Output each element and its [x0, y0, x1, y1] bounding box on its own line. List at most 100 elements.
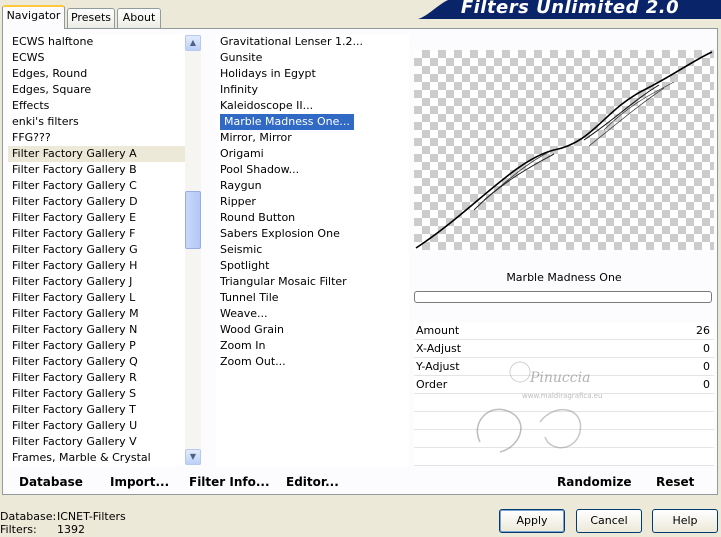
- help-button[interactable]: Help: [652, 509, 718, 533]
- filter-item[interactable]: Marble Madness One...: [216, 114, 409, 130]
- filter-item[interactable]: Tunnel Tile: [216, 290, 409, 306]
- filter-item[interactable]: Triangular Mosaic Filter: [216, 274, 409, 290]
- filter-item[interactable]: Wood Grain: [216, 322, 409, 338]
- scroll-up-button[interactable]: ▲: [185, 35, 201, 51]
- category-item[interactable]: Filter Factory Gallery V: [8, 434, 185, 450]
- filter-item-label: Ripper: [220, 195, 256, 208]
- filter-item[interactable]: Kaleidoscope II...: [216, 98, 409, 114]
- category-item[interactable]: Filter Factory Gallery U: [8, 418, 185, 434]
- reset-button[interactable]: Reset: [656, 474, 694, 490]
- filter-item[interactable]: Origami: [216, 146, 409, 162]
- filter-item[interactable]: Holidays in Egypt: [216, 66, 409, 82]
- category-item[interactable]: Filter Factory Gallery E: [8, 210, 185, 226]
- filter-item-label: Gunsite: [220, 51, 263, 64]
- category-item[interactable]: Filter Factory Gallery P: [8, 338, 185, 354]
- category-item[interactable]: Filter Factory Gallery J: [8, 274, 185, 290]
- filter-item-label: Triangular Mosaic Filter: [220, 275, 347, 288]
- scroll-down-button[interactable]: ▼: [185, 449, 201, 465]
- progress-bar: [414, 291, 712, 303]
- filter-item[interactable]: Zoom In: [216, 338, 409, 354]
- filter-preview: [414, 50, 714, 250]
- filter-item-label: Holidays in Egypt: [220, 67, 316, 80]
- filter-item[interactable]: Ripper: [216, 194, 409, 210]
- apply-button[interactable]: Apply: [499, 509, 565, 533]
- category-item[interactable]: Filter Factory Gallery F: [8, 226, 185, 242]
- param-label: Order: [416, 378, 448, 391]
- filter-item-label: Sabers Explosion One: [220, 227, 340, 240]
- category-item[interactable]: Filter Factory Gallery A: [8, 146, 185, 162]
- filter-list[interactable]: Gravitational Lenser 1.2... Gunsite Holida…: [216, 34, 409, 466]
- category-item[interactable]: Edges, Round: [8, 66, 185, 82]
- tab-presets[interactable]: Presets: [67, 8, 115, 28]
- category-item[interactable]: Filter Factory Gallery D: [8, 194, 185, 210]
- category-list[interactable]: ECWS halftone ECWS Edges, Round Edges, Squa…: [8, 34, 185, 466]
- category-item[interactable]: Filter Factory Gallery R: [8, 370, 185, 386]
- filter-item-label: Weave...: [220, 307, 268, 320]
- category-item[interactable]: Filter Factory Gallery L: [8, 290, 185, 306]
- filter-item[interactable]: Spotlight: [216, 258, 409, 274]
- category-scrollbar[interactable]: ▲ ▼: [185, 35, 201, 465]
- param-value: 0: [703, 378, 710, 391]
- filter-item[interactable]: Mirror, Mirror: [216, 130, 409, 146]
- filter-item[interactable]: Zoom Out...: [216, 354, 409, 370]
- filter-item-label: Wood Grain: [220, 323, 284, 336]
- filter-item[interactable]: Raygun: [216, 178, 409, 194]
- database-status-label: Database:: [0, 510, 57, 523]
- category-item[interactable]: Filter Factory Gallery H: [8, 258, 185, 274]
- randomize-button[interactable]: Randomize: [557, 474, 631, 490]
- filter-item[interactable]: Weave...: [216, 306, 409, 322]
- filter-item[interactable]: Infinity: [216, 82, 409, 98]
- filter-info-button[interactable]: Filter Info...: [189, 474, 270, 490]
- filter-item-label: Marble Madness One...: [220, 114, 354, 130]
- category-item[interactable]: Filter Factory Gallery N: [8, 322, 185, 338]
- filter-item-label: Raygun: [220, 179, 262, 192]
- selected-filter-name: Marble Madness One: [506, 271, 622, 284]
- tab-about[interactable]: About: [117, 8, 161, 28]
- filter-item-label: Seismic: [220, 243, 263, 256]
- category-item[interactable]: enki's filters: [8, 114, 185, 130]
- filter-item-label: Origami: [220, 147, 264, 160]
- filter-item[interactable]: Pool Shadow...: [216, 162, 409, 178]
- editor-button[interactable]: Editor...: [286, 474, 339, 490]
- filters-count-label: Filters:: [0, 523, 37, 536]
- param-label: Amount: [416, 324, 460, 337]
- database-button[interactable]: Database: [19, 474, 83, 490]
- category-item[interactable]: Filter Factory Gallery Q: [8, 354, 185, 370]
- app-title: Filters Unlimited 2.0: [460, 0, 680, 18]
- filter-item-label: Mirror, Mirror: [220, 131, 292, 144]
- filter-item-label: Zoom In: [220, 339, 266, 352]
- category-item[interactable]: Edges, Square: [8, 82, 185, 98]
- filter-item-label: Round Button: [220, 211, 296, 224]
- watermark-logo: Pinuccia www.maldiragrafica.eu: [476, 361, 603, 453]
- filter-item[interactable]: Round Button: [216, 210, 409, 226]
- param-value: 0: [703, 342, 710, 355]
- category-item[interactable]: Filter Factory Gallery T: [8, 402, 185, 418]
- param-label: X-Adjust: [416, 342, 462, 355]
- filter-item-label: Infinity: [220, 83, 258, 96]
- category-item[interactable]: ECWS: [8, 50, 185, 66]
- param-amount[interactable]: Amount 26: [414, 322, 714, 340]
- param-value: 26: [696, 324, 710, 337]
- category-item[interactable]: Filter Factory Gallery S: [8, 386, 185, 402]
- watermark-name: Pinuccia: [529, 370, 590, 386]
- category-item[interactable]: Effects: [8, 98, 185, 114]
- category-item[interactable]: Filter Factory Gallery C: [8, 178, 185, 194]
- filter-item[interactable]: Sabers Explosion One: [216, 226, 409, 242]
- param-label: Y-Adjust: [416, 360, 460, 373]
- filter-item-label: Pool Shadow...: [220, 163, 300, 176]
- category-item[interactable]: Filter Factory Gallery G: [8, 242, 185, 258]
- scroll-thumb[interactable]: [185, 191, 201, 249]
- category-item[interactable]: Frames, Marble & Crystal: [8, 450, 185, 466]
- category-item[interactable]: Filter Factory Gallery B: [8, 162, 185, 178]
- cancel-button[interactable]: Cancel: [576, 509, 642, 533]
- param-value: 0: [703, 360, 710, 373]
- import-button[interactable]: Import...: [110, 474, 169, 490]
- tab-navigator[interactable]: Navigator: [2, 5, 65, 29]
- filter-item[interactable]: Gunsite: [216, 50, 409, 66]
- filters-count-value: 1392: [57, 523, 85, 536]
- filter-item[interactable]: Seismic: [216, 242, 409, 258]
- filter-item[interactable]: Gravitational Lenser 1.2...: [216, 34, 409, 50]
- category-item[interactable]: FFG???: [8, 130, 185, 146]
- category-item[interactable]: Filter Factory Gallery M: [8, 306, 185, 322]
- category-item[interactable]: ECWS halftone: [8, 34, 185, 50]
